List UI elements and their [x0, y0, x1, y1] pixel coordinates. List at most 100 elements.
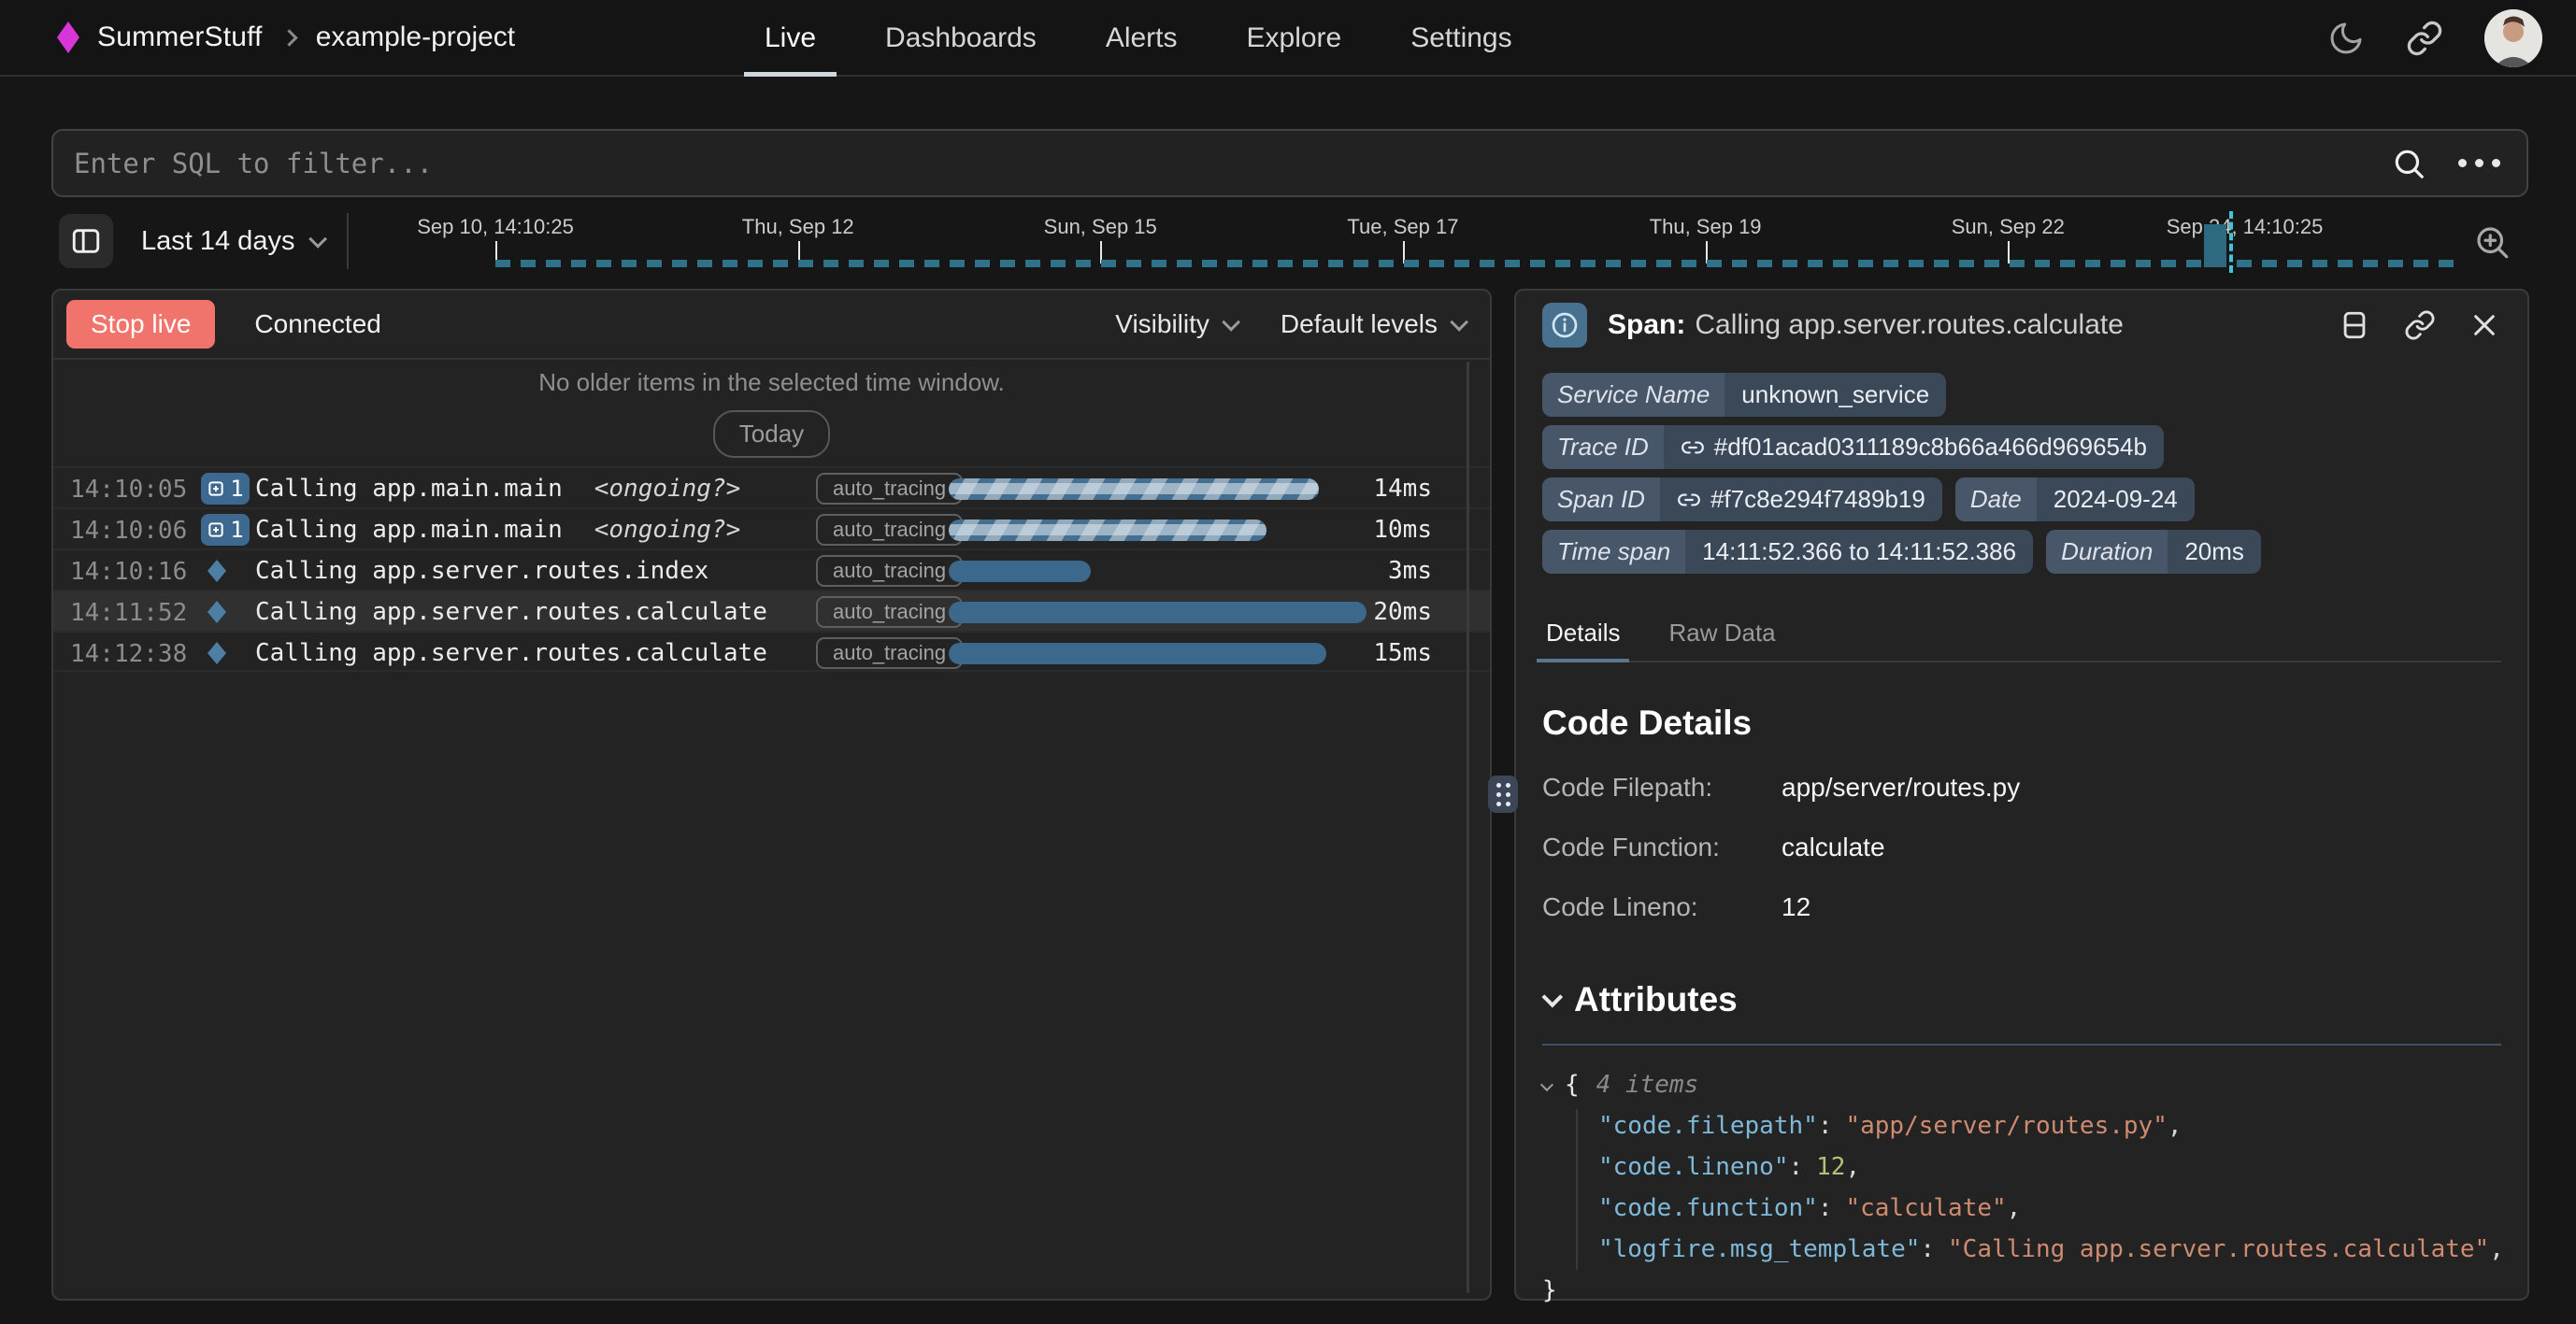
code-details-heading: Code Details: [1542, 704, 2501, 743]
split-view-icon[interactable]: [2339, 309, 2370, 341]
zoom-in-icon[interactable]: [2472, 222, 2512, 262]
json-collapse-icon[interactable]: [1540, 1078, 1553, 1091]
sidebar-toggle-button[interactable]: [59, 214, 113, 268]
tag-auto-tracing[interactable]: auto_tracing: [816, 596, 963, 628]
span-duration: 14ms: [1373, 475, 1432, 503]
chevron-down-icon: [309, 230, 328, 249]
kv-label: Code Lineno:: [1542, 892, 1782, 922]
span-title: Span:Calling app.server.routes.calculate: [1608, 309, 2124, 341]
close-icon[interactable]: [2469, 310, 2499, 340]
tab-raw-data[interactable]: Raw Data: [1665, 609, 1779, 661]
span-duration-bar: [949, 478, 1319, 500]
copy-link-icon[interactable]: [2404, 309, 2436, 341]
tag-auto-tracing[interactable]: auto_tracing: [816, 555, 963, 587]
badge-value: 14:11:52.366 to 14:11:52.386: [1685, 530, 2033, 574]
badge-label: Time span: [1542, 530, 1685, 574]
json-key: "logfire.msg_template": [1598, 1235, 1920, 1263]
timeline-tick-label: Thu, Sep 19: [1650, 215, 1762, 239]
default-levels-label: Default levels: [1281, 309, 1438, 339]
panel-resize-handle[interactable]: [1488, 776, 1518, 813]
span-label: Calling app.main.main<ongoing?>: [255, 516, 740, 544]
visibility-label: Visibility: [1115, 309, 1209, 339]
tag-auto-tracing[interactable]: auto_tracing: [816, 514, 963, 546]
dark-mode-moon-icon[interactable]: [2327, 20, 2365, 57]
attributes-section-toggle[interactable]: Attributes: [1542, 980, 2501, 1019]
logo-diamond-icon: [54, 20, 82, 55]
code-function-row: Code Function: calculate: [1542, 833, 2501, 862]
span-duration-bar: [949, 643, 1326, 664]
span-duration-bar: [949, 520, 1267, 541]
more-options-icon[interactable]: [2458, 159, 2500, 167]
span-duration-bar: [949, 602, 1367, 623]
timeline-tick-label: Sep 24, 14:10:25: [2167, 215, 2324, 239]
badge-label: Duration: [2046, 530, 2168, 574]
share-link-icon[interactable]: [2406, 20, 2443, 57]
span-timestamp: 14:10:05: [70, 476, 187, 504]
json-indent-guide: [1576, 1109, 1578, 1270]
timeline-tick-label: Thu, Sep 12: [742, 215, 854, 239]
span-label: Calling app.server.routes.calculate: [255, 639, 767, 667]
kv-label: Code Function:: [1542, 833, 1782, 862]
tab-dashboards[interactable]: Dashboards: [885, 0, 1037, 77]
time-range-dropdown[interactable]: Last 14 days: [141, 226, 322, 257]
badge-value: 2024-09-24: [2037, 477, 2195, 521]
span-duration-bar: [949, 561, 1091, 582]
json-entry: "code.filepath":"app/server/routes.py",: [1542, 1105, 2501, 1146]
tag-auto-tracing[interactable]: auto_tracing: [816, 637, 963, 669]
link-icon: [1681, 435, 1705, 460]
tab-explore[interactable]: Explore: [1247, 0, 1342, 77]
child-count-badge[interactable]: 1: [201, 514, 250, 546]
tab-settings[interactable]: Settings: [1410, 0, 1511, 77]
span-label: Calling app.server.routes.index: [255, 557, 708, 585]
span-diamond-icon: [207, 600, 227, 624]
json-value: "Calling app.server.routes.calculate": [1948, 1235, 2489, 1263]
org-name[interactable]: SummerStuff: [97, 21, 263, 53]
timeline-now-cursor[interactable]: [2229, 211, 2233, 273]
span-row[interactable]: 14:10:05 1 Calling app.main.main<ongoing…: [53, 466, 1490, 507]
timeline-histogram[interactable]: Sep 10, 14:10:25 Thu, Sep 12 Sun, Sep 15…: [399, 207, 2457, 275]
span-duration: 15ms: [1373, 639, 1432, 667]
code-filepath-row: Code Filepath: app/server/routes.py: [1542, 773, 2501, 803]
span-row[interactable]: 14:12:38 Calling app.server.routes.calcu…: [53, 631, 1490, 672]
divider: [347, 213, 349, 269]
user-avatar[interactable]: [2484, 9, 2542, 67]
badge-label: Date: [1955, 477, 2037, 521]
span-detail-panel: Span:Calling app.server.routes.calculate: [1514, 289, 2529, 1301]
visibility-dropdown[interactable]: Visibility: [1115, 309, 1236, 339]
json-close-brace: }: [1542, 1276, 1557, 1304]
json-colon: :: [1920, 1235, 1935, 1263]
json-value: "app/server/routes.py": [1845, 1112, 2167, 1140]
scrollbar[interactable]: [1467, 362, 1469, 1293]
tag-auto-tracing[interactable]: auto_tracing: [816, 473, 963, 505]
json-entry: "code.function":"calculate",: [1542, 1188, 2501, 1229]
json-key: "code.lineno": [1598, 1153, 1789, 1181]
sql-placeholder: Enter SQL to filter...: [53, 148, 2391, 179]
span-row-selected[interactable]: 14:11:52 Calling app.server.routes.calcu…: [53, 590, 1490, 631]
today-button[interactable]: Today: [713, 410, 830, 458]
expand-plus-icon: [207, 520, 225, 539]
span-label: Calling app.main.main<ongoing?>: [255, 475, 740, 503]
attributes-json-viewer: { 4 items "code.filepath":"app/server/ro…: [1542, 1064, 2501, 1311]
chevron-down-icon: [1450, 313, 1468, 332]
tab-details[interactable]: Details: [1542, 609, 1624, 661]
span-duration: 3ms: [1388, 557, 1432, 585]
span-timestamp: 14:11:52: [70, 599, 187, 627]
sql-filter-input[interactable]: Enter SQL to filter...: [51, 129, 2528, 197]
project-name[interactable]: example-project: [316, 21, 515, 53]
child-count-badge[interactable]: 1: [201, 473, 250, 505]
span-list: 14:10:05 1 Calling app.main.main<ongoing…: [53, 466, 1490, 672]
search-icon[interactable]: [2391, 146, 2426, 181]
span-id-badge[interactable]: Span ID #f7c8e294f7489b19: [1542, 477, 1942, 521]
child-count: 1: [230, 517, 243, 543]
kv-value: 12: [1782, 892, 1810, 922]
empty-window-notice: No older items in the selected time wind…: [53, 360, 1490, 466]
tab-alerts[interactable]: Alerts: [1106, 0, 1178, 77]
tab-live[interactable]: Live: [765, 0, 816, 77]
panel-toggle-icon: [70, 225, 102, 257]
span-row[interactable]: 14:10:06 1 Calling app.main.main<ongoing…: [53, 507, 1490, 548]
default-levels-dropdown[interactable]: Default levels: [1281, 309, 1464, 339]
stop-live-button[interactable]: Stop live: [66, 300, 215, 349]
span-row[interactable]: 14:10:16 Calling app.server.routes.index…: [53, 548, 1490, 590]
trace-id-badge[interactable]: Trace ID #df01acad0311189c8b66a466d96965…: [1542, 425, 2164, 469]
span-message: Calling app.server.routes.index: [255, 557, 708, 585]
